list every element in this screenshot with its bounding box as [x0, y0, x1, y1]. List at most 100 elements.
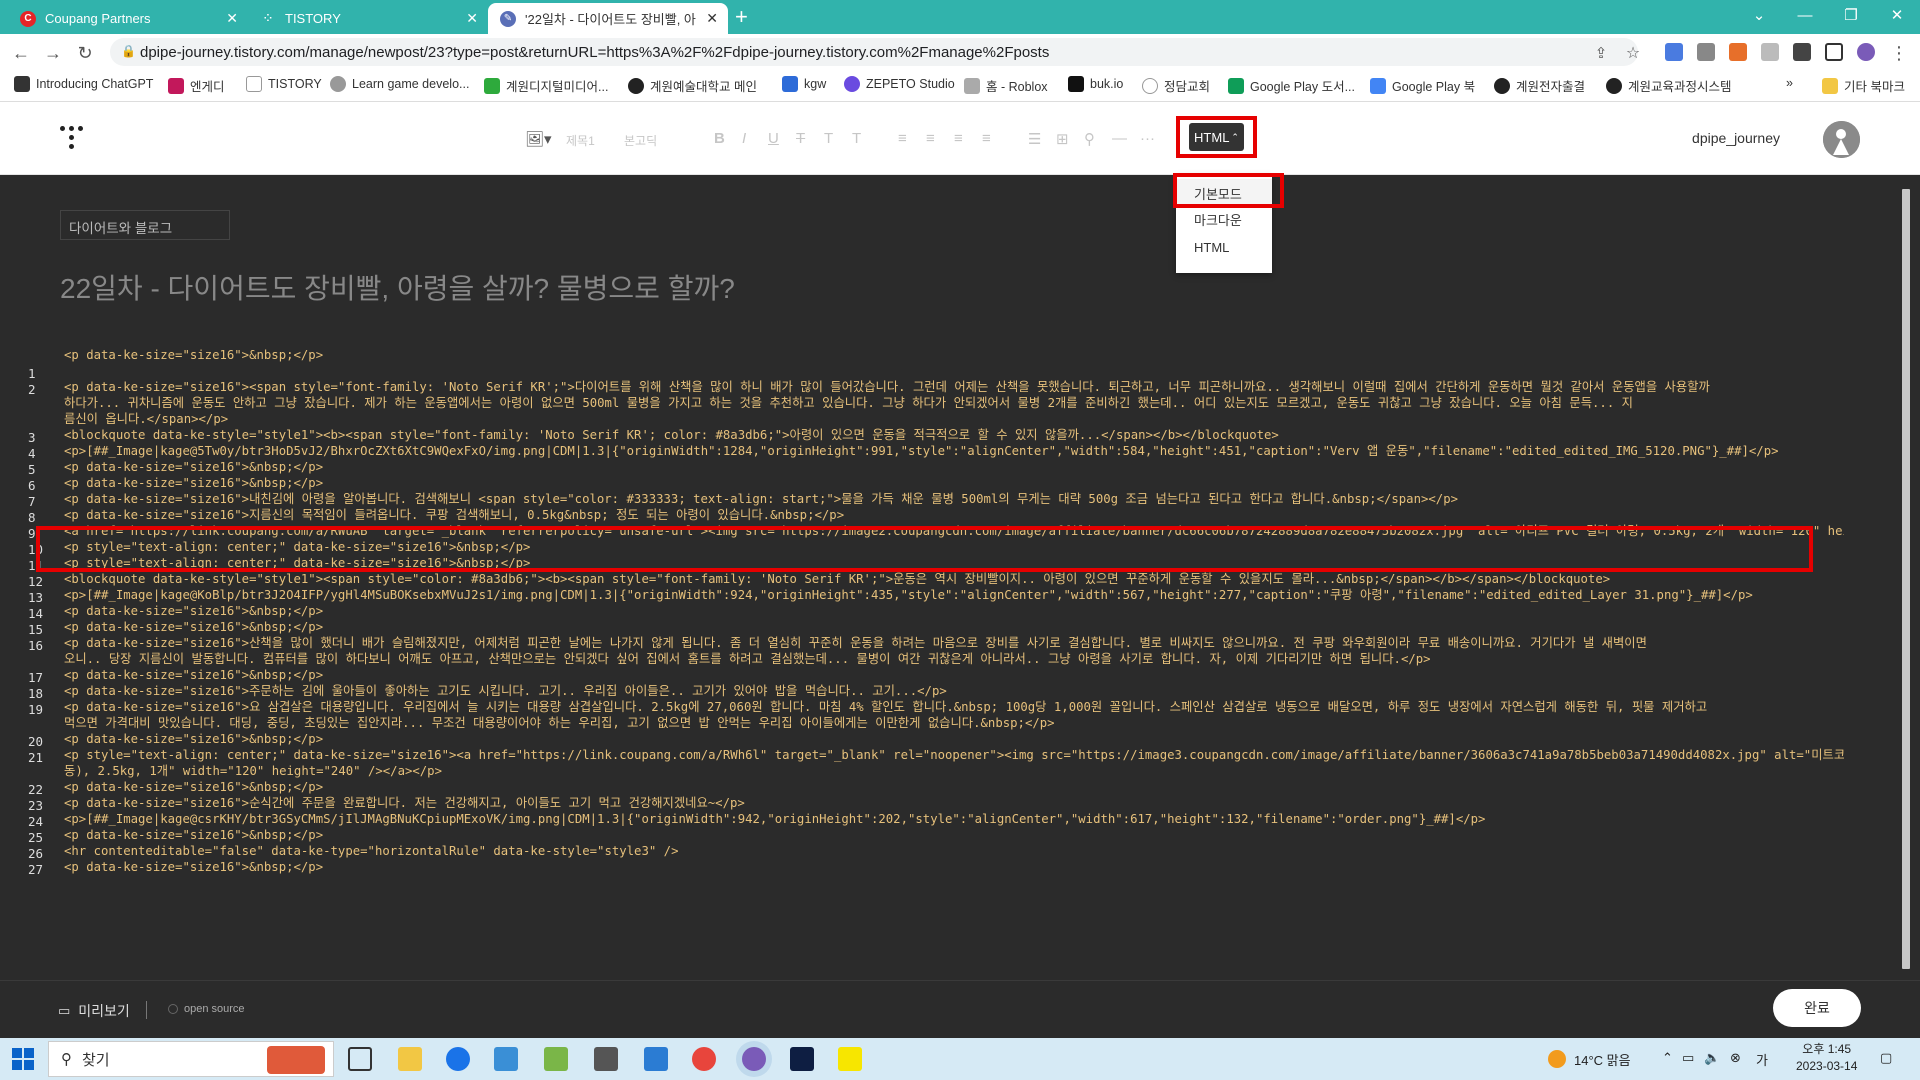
code-line[interactable]: 오니.. 당장 지름신이 발동합니다. 컴퓨터를 많이 하다보니 어깨도 아프고… [64, 651, 1844, 667]
app-icon[interactable] [446, 1047, 470, 1071]
code-line[interactable]: <blockquote data-ke-style="style1"><b><s… [64, 427, 1844, 443]
tistory-logo-icon[interactable] [60, 126, 84, 152]
profile-avatar-icon[interactable] [1857, 43, 1875, 61]
code-line[interactable]: <p style="text-align: center;" data-ke-s… [64, 747, 1844, 763]
code-line[interactable]: <p>[##_Image|kage@csrKHY/btr3GSyCMmS/jIl… [64, 811, 1844, 827]
bookmark-item[interactable]: buk.io [1068, 76, 1123, 92]
minimize-icon[interactable]: — [1782, 0, 1828, 30]
side-panel-icon[interactable] [1825, 43, 1843, 61]
ime-icon[interactable]: 가 [1756, 1050, 1768, 1069]
kakaotalk-icon[interactable] [838, 1047, 862, 1071]
bookmark-item[interactable]: 계원전자출결 [1494, 76, 1585, 95]
code-line[interactable]: <p data-ke-size="size16">&nbsp;</p> [64, 667, 1844, 683]
align-center-icon[interactable]: ≡ [926, 130, 935, 147]
align-justify-icon[interactable]: ≡ [982, 130, 991, 147]
bookmark-item[interactable]: 계원디지털미디어... [484, 76, 608, 95]
strikethrough-icon[interactable]: T [796, 130, 805, 147]
other-bookmarks[interactable]: 기타 북마크 [1822, 76, 1905, 95]
close-tab-icon[interactable]: ✕ [466, 10, 478, 27]
tab-editor-active[interactable]: ✎ '22일차 - 다이어트도 장비빨, 아 ✕ [488, 3, 728, 34]
tab-search-icon[interactable]: ⌄ [1736, 0, 1782, 30]
code-line[interactable]: <p data-ke-size="size16">지름신의 목적임이 들려옵니다… [64, 507, 1844, 523]
bookmark-star-icon[interactable]: ☆ [1620, 40, 1646, 66]
task-view-icon[interactable] [348, 1047, 372, 1071]
menu-item-html[interactable]: HTML [1194, 240, 1229, 255]
bookmark-item[interactable]: Google Play 북 [1370, 76, 1475, 95]
app-icon[interactable] [494, 1047, 518, 1071]
paragraph-style-select[interactable]: 제목1 [566, 132, 595, 149]
camera-extension-icon[interactable] [1697, 43, 1715, 61]
code-line[interactable]: <p data-ke-size="size16">&nbsp;</p> [64, 347, 1844, 363]
code-line[interactable]: <p data-ke-size="size16">&nbsp;</p> [64, 779, 1844, 795]
close-window-icon[interactable]: ✕ [1874, 0, 1920, 30]
url-field[interactable]: 🔒 dpipe-journey.tistory.com/manage/newpo… [110, 38, 1638, 66]
code-line[interactable]: 먹으면 가격대비 맛있습니다. 대딩, 중딩, 초딩있는 집안지라... 무조건… [64, 715, 1844, 731]
open-source-link[interactable]: open source [168, 1003, 245, 1015]
reload-icon[interactable]: ↻ [72, 40, 98, 66]
code-line[interactable]: 하다가... 귀차니즘에 운동도 안하고 그냥 잤습니다. 제가 하는 운동앱에… [64, 395, 1844, 411]
translate-extension-icon[interactable] [1665, 43, 1683, 61]
chrome-profile-icon[interactable] [742, 1047, 766, 1071]
code-line[interactable]: <p data-ke-size="size16"><span style="fo… [64, 379, 1844, 395]
table-icon[interactable]: ⊞ [1056, 130, 1069, 148]
background-color-icon[interactable]: T [852, 130, 861, 147]
scrollbar-thumb[interactable] [1902, 189, 1910, 969]
bookmark-item[interactable]: 엔게디 [168, 76, 225, 95]
post-title-input[interactable]: 22일차 - 다이어트도 장비빨, 아령을 살까? 물병으로 할까? [60, 267, 735, 307]
bookmark-item[interactable]: Introducing ChatGPT [14, 76, 153, 92]
code-line[interactable]: <p data-ke-size="size16">산책을 많이 했더니 배가 슬… [64, 635, 1844, 651]
bookmark-item[interactable]: Learn game develo... [330, 76, 469, 92]
tab-tistory[interactable]: ⁘ TISTORY ✕ [248, 3, 488, 34]
code-line[interactable]: <p data-ke-size="size16">&nbsp;</p> [64, 731, 1844, 747]
italic-icon[interactable]: I [742, 130, 746, 147]
close-tab-icon[interactable]: ✕ [226, 10, 238, 27]
list-icon[interactable]: ☰ [1028, 130, 1041, 148]
code-line[interactable]: <p data-ke-size="size16">순식간에 주문을 완료합니다.… [64, 795, 1844, 811]
chrome-icon[interactable] [692, 1047, 716, 1071]
menu-dots-icon[interactable]: ⋮ [1886, 40, 1912, 66]
network-icon[interactable]: ▭ [1682, 1050, 1694, 1066]
bookmark-item[interactable]: Google Play 도서... [1228, 76, 1355, 95]
code-line[interactable]: <p data-ke-size="size16">내친김에 아령을 알아봅니다.… [64, 491, 1844, 507]
share-icon[interactable]: ⇪ [1588, 40, 1614, 66]
divider-icon[interactable]: — [1112, 130, 1127, 147]
underline-icon[interactable]: U [768, 130, 779, 147]
code-line[interactable]: <p data-ke-size="size16">요 삼겹살은 대용량입니다. … [64, 699, 1844, 715]
photoshop-icon[interactable] [790, 1047, 814, 1071]
volume-icon[interactable]: 🔈 [1704, 1050, 1720, 1066]
link-icon[interactable]: ⚲ [1084, 130, 1095, 148]
restore-icon[interactable]: ❐ [1828, 0, 1874, 30]
tab-coupang-partners[interactable]: C Coupang Partners ✕ [8, 3, 248, 34]
code-line[interactable]: <p data-ke-size="size16">&nbsp;</p> [64, 827, 1844, 843]
code-line[interactable]: <p data-ke-size="size16">&nbsp;</p> [64, 475, 1844, 491]
more-icon[interactable]: ··· [1140, 130, 1155, 147]
notification-icon[interactable]: ▢ [1880, 1050, 1892, 1066]
code-line[interactable]: 동), 2.5kg, 1개" width="120" height="240" … [64, 763, 1844, 779]
code-line[interactable]: <p>[##_Image|kage@5Tw0y/btr3HoD5vJ2/Bhxr… [64, 443, 1844, 459]
bookmark-item[interactable]: TISTORY [246, 76, 322, 92]
vscode-icon[interactable] [644, 1047, 668, 1071]
taskbar-search[interactable]: ⚲ 찾기 [48, 1041, 334, 1077]
extension-icon[interactable] [1761, 43, 1779, 61]
bookmarks-more-icon[interactable]: » [1786, 76, 1793, 90]
align-right-icon[interactable]: ≡ [954, 130, 963, 147]
new-tab-icon[interactable]: + [735, 4, 748, 30]
code-line[interactable]: 름신이 옵니다.</span></p> [64, 411, 1844, 427]
editor-scrollbar[interactable] [1900, 175, 1912, 980]
bookmark-item[interactable]: ZEPETO Studio [844, 76, 955, 92]
code-line[interactable]: <hr contenteditable="false" data-ke-type… [64, 843, 1844, 859]
file-explorer-icon[interactable] [398, 1047, 422, 1071]
image-insert-icon[interactable]: 🖼▾ [525, 130, 552, 148]
bold-icon[interactable]: B [714, 130, 725, 147]
mute-icon[interactable]: ⊗ [1730, 1050, 1741, 1066]
code-line[interactable]: <blockquote data-ke-style="style1"><span… [64, 571, 1844, 587]
code-line[interactable]: <p data-ke-size="size16">&nbsp;</p> [64, 619, 1844, 635]
bookmark-item[interactable]: 계원교육과정시스템 [1606, 76, 1732, 95]
windows-start-icon[interactable] [12, 1048, 34, 1070]
calculator-icon[interactable] [594, 1047, 618, 1071]
app-icon[interactable] [544, 1047, 568, 1071]
done-button[interactable]: 완료 [1773, 989, 1861, 1027]
font-select[interactable]: 본고딕 [624, 132, 657, 149]
align-left-icon[interactable]: ≡ [898, 130, 907, 147]
bookmark-item[interactable]: kgw [782, 76, 826, 92]
